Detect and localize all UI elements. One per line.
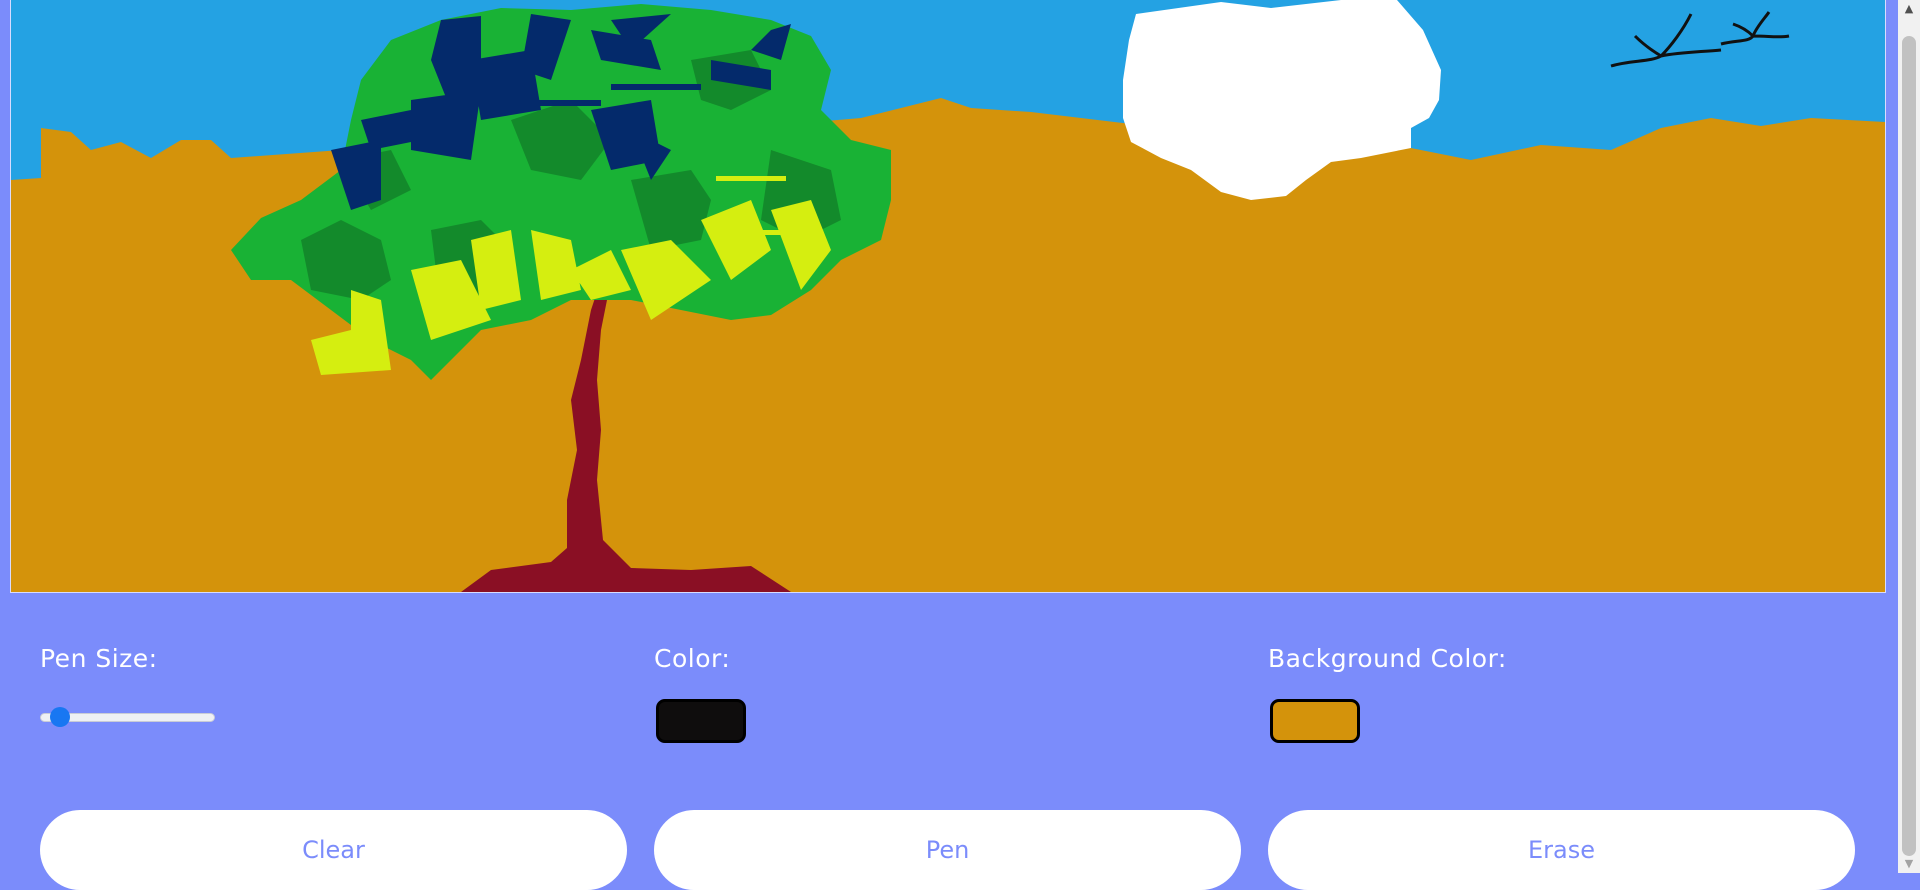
color-picker[interactable] (656, 699, 746, 743)
pen-button[interactable]: Pen (654, 810, 1241, 890)
vertical-scrollbar[interactable]: ▲ ▼ (1898, 0, 1920, 873)
scroll-up-arrow-icon[interactable]: ▲ (1898, 0, 1920, 18)
canvas-drawing[interactable] (11, 0, 1885, 592)
ground (11, 98, 1885, 592)
clear-button[interactable]: Clear (40, 810, 627, 890)
pen-size-slider[interactable] (40, 707, 215, 727)
foliage-blue-stroke (371, 120, 379, 180)
scroll-down-arrow-icon[interactable]: ▼ (1898, 855, 1920, 873)
pen-size-slider-thumb[interactable] (49, 707, 70, 727)
background-color-label: Background Color: (1268, 644, 1507, 673)
pen-size-label: Pen Size: (40, 644, 158, 673)
drawing-canvas[interactable] (10, 0, 1886, 593)
drawing-app: Pen Size: Color: Background Color: Clear… (0, 0, 1898, 890)
foliage-blue-stroke (611, 84, 701, 90)
foliage-yellow-stroke (721, 230, 791, 235)
foliage-blue-stroke (531, 100, 601, 106)
scrollbar-thumb[interactable] (1902, 36, 1916, 856)
foliage-yellow-stroke (716, 176, 786, 181)
background-color-picker[interactable] (1270, 699, 1360, 743)
controls-panel: Pen Size: Color: Background Color: Clear… (40, 644, 1858, 890)
color-label: Color: (654, 644, 731, 673)
erase-button[interactable]: Erase (1268, 810, 1855, 890)
